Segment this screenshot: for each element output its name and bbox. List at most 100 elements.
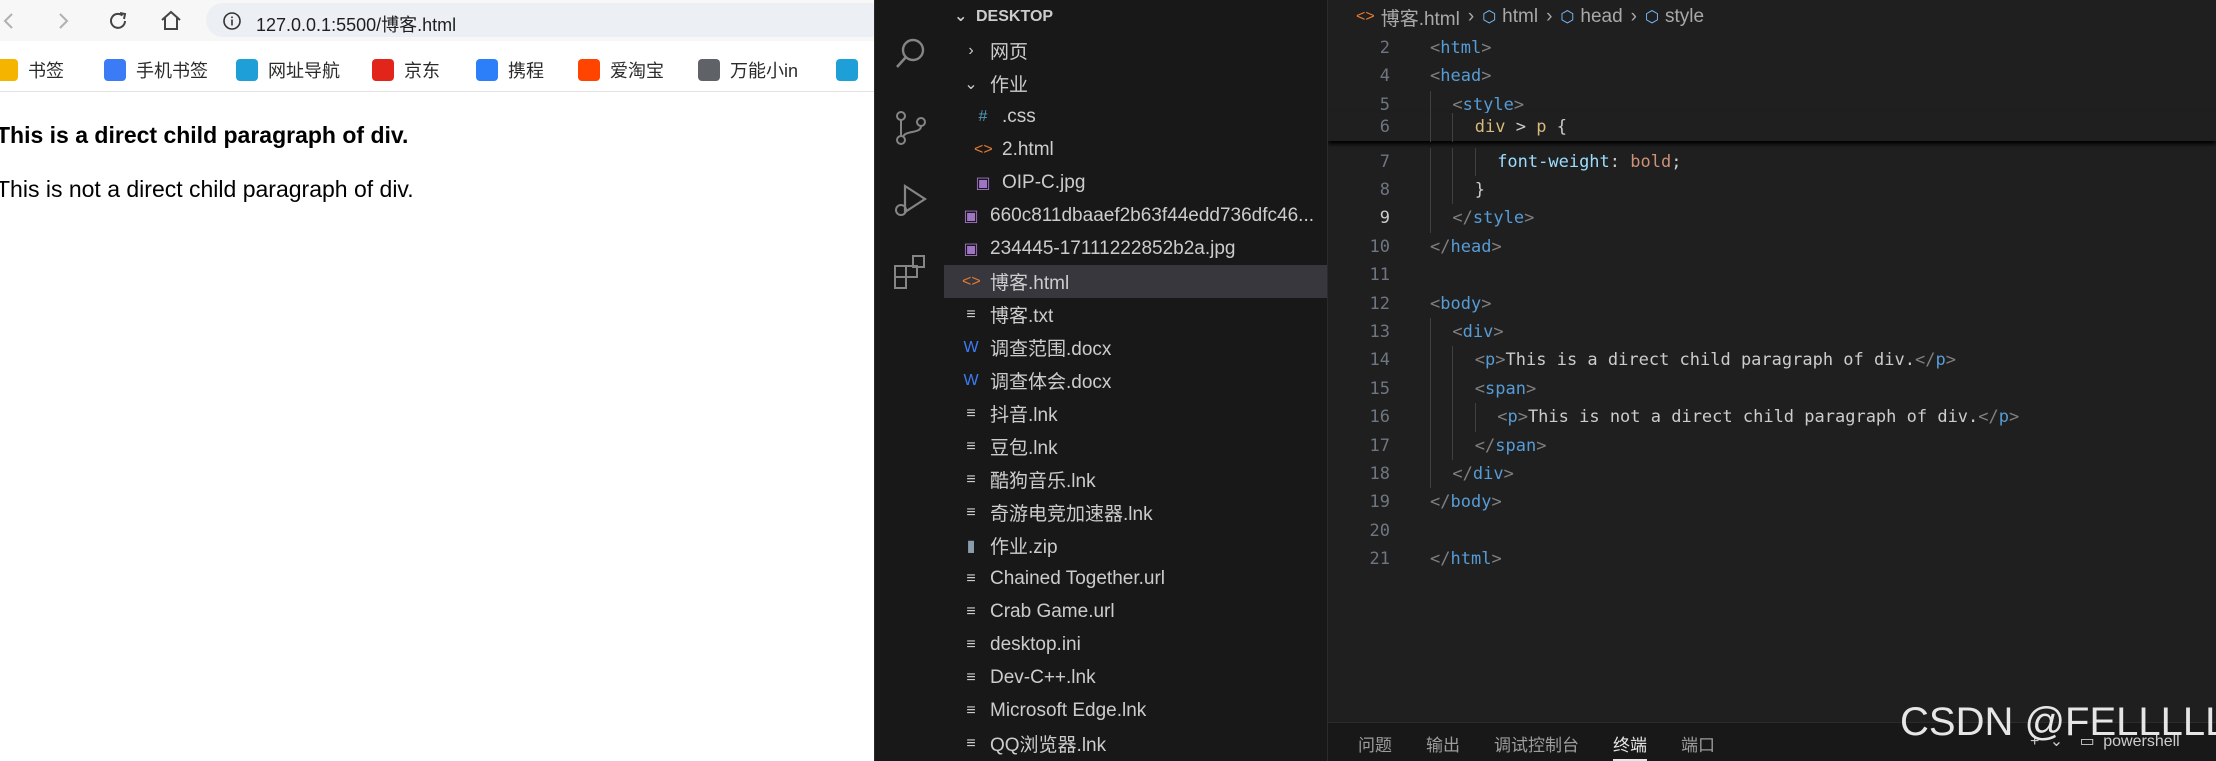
explorer-item[interactable]: ≡ Microsoft Edge.lnk — [944, 694, 1327, 727]
explorer-item[interactable]: › 网页 — [944, 34, 1327, 67]
code-line[interactable]: 7 font-weight: bold; — [1328, 147, 2216, 176]
breadcrumb-item[interactable]: head — [1580, 6, 1622, 28]
explorer-item[interactable]: ▣ OIP-C.jpg — [944, 166, 1327, 199]
line-number: 14 — [1369, 350, 1390, 371]
code-line[interactable]: 2 <html> — [1328, 34, 2216, 62]
indent-guide — [1430, 147, 1431, 176]
breadcrumb-item[interactable]: 博客.html — [1381, 4, 1460, 31]
code-line[interactable]: 12 <body> — [1328, 290, 2216, 318]
explorer-item[interactable]: # .css — [944, 100, 1327, 133]
explorer-item-label: Chained Together.url — [990, 567, 1165, 589]
code-line[interactable]: 8} — [1328, 176, 2216, 205]
code-line[interactable]: 21 </html> — [1328, 545, 2216, 573]
run-debug-icon — [895, 183, 928, 216]
source-control-activity[interactable] — [891, 108, 931, 148]
image-file-icon: ▣ — [963, 240, 979, 258]
explorer-item-label: QQ浏览器.lnk — [990, 735, 1107, 756]
text-file-icon: ≡ — [966, 635, 976, 653]
line-number: 13 — [1369, 322, 1390, 342]
explorer-item[interactable]: W 调查范围.docx — [944, 331, 1327, 364]
panel-tab[interactable]: 输出 — [1426, 731, 1460, 756]
panel-tab[interactable]: 端口 — [1681, 731, 1715, 756]
code-line[interactable]: 13 <div> — [1328, 318, 2216, 347]
run-debug-activity[interactable] — [891, 180, 931, 220]
home-button[interactable] — [156, 6, 186, 36]
code-line[interactable]: 11 — [1328, 261, 2216, 289]
search-activity[interactable] — [891, 34, 931, 74]
explorer-item[interactable]: <> 2.html — [944, 133, 1327, 166]
line-content: </span> — [1474, 435, 1547, 456]
indent-guide — [1474, 403, 1476, 432]
line-content: </div> — [1452, 464, 1514, 484]
explorer-item[interactable]: ≡ 奇游电竞加速器.lnk — [944, 496, 1327, 529]
explorer-item[interactable]: ≡ 博客.txt — [944, 298, 1327, 331]
code-line[interactable]: 19 </body> — [1328, 488, 2216, 516]
nested-paragraph: This is not a direct child paragraph of … — [0, 176, 414, 202]
reload-button[interactable] — [103, 6, 133, 36]
explorer-item[interactable]: ≡ Crab Game.url — [944, 595, 1327, 628]
explorer-item[interactable]: ▣ 660c811dbaaef2b63f44edd736dfc46... — [944, 199, 1327, 232]
explorer-item-label: 2.html — [1002, 138, 1054, 160]
text-file-icon: ≡ — [966, 470, 976, 488]
code-line[interactable]: 20 — [1328, 517, 2216, 545]
explorer-item[interactable]: ▣ 234445-17111222852b2a.jpg — [944, 232, 1327, 265]
indent-guide — [1430, 374, 1431, 404]
explorer-item[interactable]: ▮ 作业.zip — [944, 529, 1327, 562]
panel-tab[interactable]: 调试控制台 — [1494, 731, 1579, 756]
code-line[interactable]: 9 </style> — [1328, 204, 2216, 233]
bookmark-0[interactable]: 书签 — [0, 57, 64, 83]
code-line[interactable]: 17 </span> — [1328, 431, 2216, 460]
bookmark-4[interactable]: 携程 — [476, 57, 544, 83]
line-content: } — [1474, 180, 1486, 200]
explorer-item[interactable]: ≡ QQ浏览器.lnk — [944, 727, 1327, 760]
extensions-activity[interactable] — [891, 252, 931, 292]
edge-icon[interactable] — [836, 59, 858, 81]
back-button[interactable] — [0, 6, 24, 36]
line-number: 6 — [1379, 117, 1390, 138]
line-number: 11 — [1369, 265, 1390, 286]
chevron-right-icon: › — [1467, 6, 1475, 27]
explorer-item[interactable]: ⌄ 作业 — [944, 67, 1327, 100]
code-line[interactable]: 14 <p>This is a direct child paragraph of… — [1328, 346, 2216, 375]
code-line[interactable]: 6 div > p { — [1328, 113, 2216, 142]
address-bar[interactable]: 127.0.0.1:5500/博客.html — [206, 3, 874, 37]
explorer-item[interactable]: ≡ 抖音.lnk — [944, 397, 1327, 430]
bookmark-6[interactable]: 万能小in — [698, 57, 798, 83]
explorer-item[interactable]: ≡ Chained Together.url — [944, 562, 1327, 595]
code-line[interactable]: 10 </head> — [1328, 233, 2216, 261]
code-line[interactable]: 15 <span> — [1328, 374, 2216, 404]
watermark: CSDN @FELLLLL — [1900, 700, 2216, 744]
bookmark-label: 网址导航 — [268, 61, 340, 81]
explorer-item[interactable]: ≡ desktop.ini — [944, 628, 1327, 661]
bookmark-3[interactable]: 京东 — [372, 57, 440, 83]
panel-tab[interactable]: 问题 — [1358, 731, 1392, 756]
indent-guide — [1452, 346, 1454, 375]
code-line[interactable]: 18 </div> — [1328, 460, 2216, 489]
text-file-icon: ≡ — [966, 602, 976, 620]
star-icon — [0, 59, 18, 81]
panel-tab[interactable]: 终端 — [1613, 731, 1647, 761]
code-line[interactable]: 16 <p>This is not a direct child paragrap… — [1328, 403, 2216, 432]
explorer-item[interactable]: <> 博客.html — [944, 265, 1327, 298]
line-number: 7 — [1379, 151, 1390, 172]
forward-button[interactable] — [48, 6, 78, 36]
bookmark-label: 万能小in — [730, 61, 799, 81]
info-icon[interactable] — [222, 11, 242, 36]
explorer-item[interactable]: ≡ 豆包.lnk — [944, 430, 1327, 463]
symbol-icon: ⬡ — [1482, 9, 1497, 26]
bookmark-1[interactable]: 手机书签 — [104, 57, 208, 83]
explorer-folder-header[interactable]: ⌄ DESKTOP — [944, 6, 1327, 30]
code-line[interactable]: 4 <head> — [1328, 62, 2216, 90]
text-file-icon: ≡ — [966, 305, 976, 323]
url-text[interactable]: 127.0.0.1:5500/博客.html — [256, 11, 456, 37]
line-content: <html> — [1430, 38, 1492, 58]
breadcrumb-item[interactable]: style — [1665, 6, 1704, 28]
explorer-item[interactable]: ≡ 酷狗音乐.lnk — [944, 463, 1327, 496]
bookmark-2[interactable]: 网址导航 — [236, 57, 340, 83]
explorer-item-label: 调查范围.docx — [990, 339, 1112, 360]
bookmark-5[interactable]: 爱淘宝 — [578, 57, 664, 83]
reload-icon — [110, 12, 127, 29]
breadcrumb-item[interactable]: html — [1502, 6, 1538, 28]
explorer-item[interactable]: ≡ Dev-C++.lnk — [944, 661, 1327, 694]
explorer-item[interactable]: W 调查体会.docx — [944, 364, 1327, 397]
